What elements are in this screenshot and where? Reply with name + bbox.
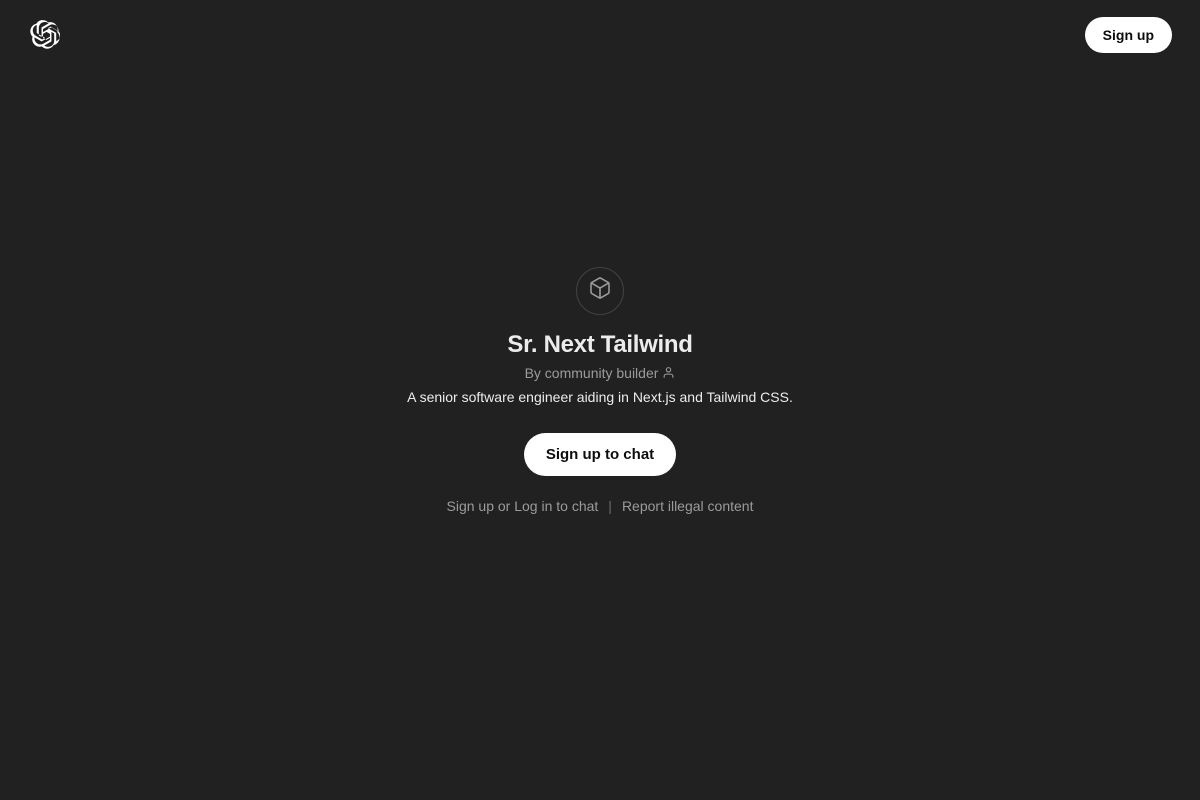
page-title: Sr. Next Tailwind (507, 331, 692, 359)
divider: | (608, 498, 612, 514)
main-content: Sr. Next Tailwind By community builder A… (0, 0, 1200, 800)
person-icon (662, 366, 675, 379)
gpt-avatar (576, 267, 624, 315)
description-text: A senior software engineer aiding in Nex… (407, 389, 793, 405)
report-link[interactable]: Report illegal content (622, 498, 754, 514)
login-link[interactable]: Sign up or Log in to chat (447, 498, 599, 514)
box-icon (588, 276, 612, 305)
author-line: By community builder (525, 365, 676, 381)
footer-links: Sign up or Log in to chat | Report illeg… (447, 498, 754, 514)
author-text: By community builder (525, 365, 659, 381)
signup-to-chat-button[interactable]: Sign up to chat (524, 433, 676, 476)
